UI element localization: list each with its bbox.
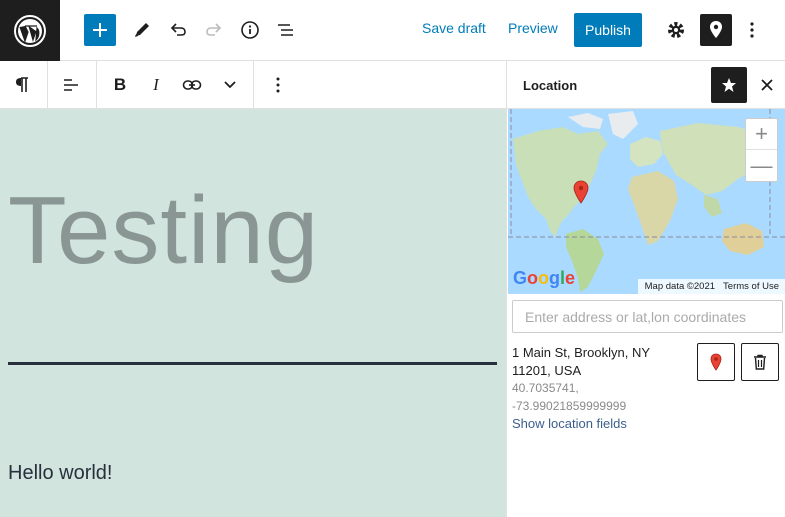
redo-button[interactable]	[198, 14, 230, 46]
address-text: 1 Main St, Brooklyn, NY 11201, USA	[512, 344, 682, 380]
sidebar-title: Location	[523, 78, 578, 93]
trash-icon	[754, 354, 766, 370]
details-button[interactable]	[234, 14, 266, 46]
editor-canvas: Testing Hello world!	[0, 109, 506, 517]
zoom-in-button[interactable]: +	[746, 119, 777, 150]
editor-top-bar: Save draft Preview Publish	[0, 0, 785, 61]
world-map-image	[508, 109, 785, 292]
more-vertical-icon	[276, 77, 280, 93]
close-icon	[761, 79, 773, 91]
info-icon	[241, 21, 259, 39]
coordinates-text: 40.7035741, -73.99021859999999	[512, 379, 626, 415]
toolbar-divider	[253, 61, 254, 109]
paragraph-block[interactable]: Hello world!	[8, 462, 112, 485]
address-line-2: 11201, USA	[512, 363, 582, 378]
publish-button[interactable]: Publish	[574, 13, 642, 47]
sidebar-header: Location	[507, 61, 785, 109]
list-view-button[interactable]	[270, 14, 302, 46]
undo-button[interactable]	[162, 14, 194, 46]
toolbar-divider	[47, 61, 48, 109]
separator-block[interactable]	[8, 362, 497, 365]
chevron-down-icon	[224, 81, 236, 89]
tools-button[interactable]	[126, 14, 158, 46]
location-map[interactable]: + — Google Map data ©2021 Terms of Use	[508, 109, 785, 294]
map-pin-icon	[710, 21, 722, 38]
block-options-button[interactable]	[262, 69, 294, 101]
post-heading[interactable]: Testing	[8, 183, 319, 279]
wordpress-icon	[14, 14, 46, 47]
map-attribution: Map data ©2021 Terms of Use	[637, 279, 785, 294]
longitude-value: -73.99021859999999	[512, 399, 627, 413]
save-draft-button[interactable]: Save draft	[422, 20, 486, 36]
bold-button[interactable]: B	[104, 69, 136, 101]
options-button[interactable]	[736, 14, 768, 46]
more-vertical-icon	[750, 22, 754, 38]
paragraph-icon	[16, 77, 28, 92]
link-button[interactable]	[176, 69, 208, 101]
star-icon	[722, 78, 736, 92]
list-view-icon	[278, 24, 293, 36]
close-sidebar-button[interactable]	[755, 73, 779, 97]
map-zoom-controls: + —	[745, 118, 778, 182]
plus-icon	[93, 23, 107, 37]
map-data-label: Map data ©2021	[644, 281, 716, 292]
latitude-value: 40.7035741,	[512, 381, 579, 395]
link-icon	[182, 80, 202, 90]
location-sidebar: Location + — Google Map data ©2021 Terms…	[506, 61, 785, 517]
block-type-button[interactable]	[6, 69, 38, 101]
bold-icon: B	[113, 75, 127, 94]
terms-of-use-link[interactable]: Terms of Use	[719, 281, 783, 292]
use-current-location-button[interactable]	[697, 343, 735, 381]
google-logo: Google	[513, 268, 576, 288]
pencil-icon	[135, 23, 149, 37]
toolbar-divider	[96, 61, 97, 109]
gear-icon	[668, 22, 684, 38]
block-toolbar: B I	[0, 61, 506, 109]
redo-icon	[206, 23, 222, 36]
wordpress-logo-button[interactable]	[0, 0, 60, 61]
add-block-button[interactable]	[84, 14, 116, 46]
clear-location-button[interactable]	[741, 343, 779, 381]
location-plugin-button[interactable]	[700, 14, 732, 46]
zoom-out-button[interactable]: —	[746, 150, 777, 181]
address-line-1: 1 Main St, Brooklyn, NY	[512, 345, 650, 360]
pin-sidebar-button[interactable]	[711, 67, 747, 103]
italic-button[interactable]: I	[140, 69, 172, 101]
settings-button[interactable]	[660, 14, 692, 46]
italic-icon: I	[153, 75, 159, 94]
show-location-fields-link[interactable]: Show location fields	[512, 416, 627, 431]
more-formatting-button[interactable]	[214, 69, 246, 101]
preview-button[interactable]: Preview	[508, 20, 558, 36]
align-button[interactable]	[55, 69, 87, 101]
address-search-input[interactable]	[512, 300, 783, 333]
undo-icon	[170, 23, 186, 36]
map-marker-icon	[710, 353, 722, 371]
align-left-icon	[64, 79, 78, 91]
